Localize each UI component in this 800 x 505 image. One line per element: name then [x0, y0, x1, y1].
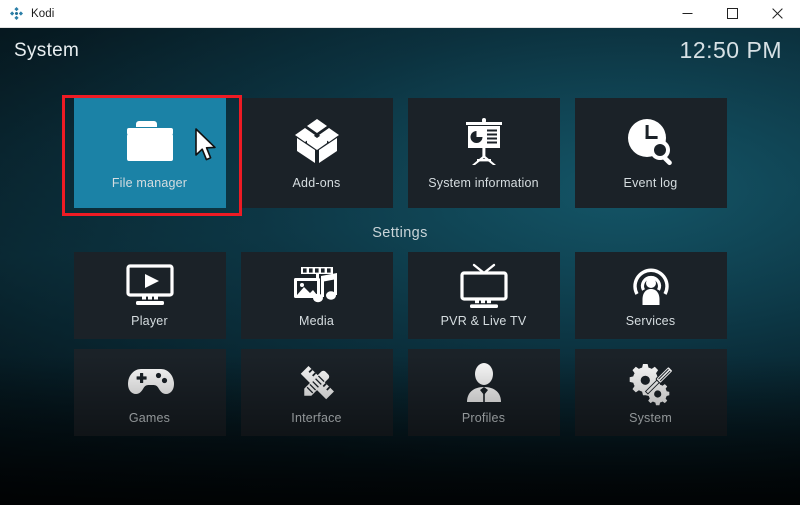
settings-row-2: Games Interface Profiles System — [0, 349, 800, 436]
clock-display: 12:50 PM — [679, 37, 782, 63]
tile-media[interactable]: Media — [240, 252, 393, 339]
tile-label: PVR & Live TV — [440, 313, 527, 328]
film-photo-music-icon — [288, 264, 346, 308]
close-button[interactable] — [755, 0, 800, 28]
tile-label: System information — [428, 176, 539, 191]
menu-grid: File manager Add-ons System information … — [0, 98, 800, 436]
tile-label: System — [629, 410, 672, 425]
open-box-icon — [289, 116, 345, 168]
window-titlebar: Kodi — [0, 0, 800, 28]
tile-file-manager[interactable]: File manager — [73, 98, 226, 208]
clock-search-icon — [624, 116, 678, 168]
window-controls — [665, 0, 800, 28]
tile-pvr-live-tv[interactable]: PVR & Live TV — [407, 252, 560, 339]
kodi-window: Kodi System 12:50 PM File manager Add-on… — [0, 0, 800, 505]
minimize-button[interactable] — [665, 0, 710, 28]
tile-interface[interactable]: Interface — [240, 349, 393, 436]
maximize-button[interactable] — [710, 0, 755, 28]
tile-label: Profiles — [461, 410, 506, 425]
broadcast-person-icon — [627, 264, 675, 308]
gears-screwdriver-icon — [625, 361, 677, 405]
tile-profiles[interactable]: Profiles — [407, 349, 560, 436]
tile-games[interactable]: Games — [73, 349, 226, 436]
top-row: File manager Add-ons System information … — [0, 98, 800, 208]
monitor-play-icon — [121, 264, 179, 308]
tile-label: Event log — [623, 176, 678, 191]
tile-player[interactable]: Player — [73, 252, 226, 339]
tile-label: Games — [128, 410, 171, 425]
settings-section-label: Settings — [372, 225, 428, 241]
presentation-chart-icon — [458, 116, 510, 168]
folder-icon — [119, 116, 181, 168]
gamepad-icon — [122, 361, 178, 405]
tile-system-information[interactable]: System information — [407, 98, 560, 208]
tile-label: Interface — [291, 410, 342, 425]
tile-event-log[interactable]: Event log — [574, 98, 727, 208]
tile-system[interactable]: System — [574, 349, 727, 436]
screen-header: System 12:50 PM — [0, 28, 800, 73]
tile-label: Player — [131, 313, 168, 328]
window-title: Kodi — [31, 7, 55, 20]
pencil-ruler-icon — [292, 361, 342, 405]
tile-label: File manager — [111, 176, 188, 191]
kodi-logo-icon — [9, 6, 24, 21]
tile-services[interactable]: Services — [574, 252, 727, 339]
tile-label: Services — [625, 313, 676, 328]
person-icon — [460, 361, 508, 405]
tile-add-ons[interactable]: Add-ons — [240, 98, 393, 208]
tv-antenna-icon — [454, 263, 514, 308]
tile-label: Media — [298, 313, 335, 328]
titlebar-left-group: Kodi — [0, 6, 54, 21]
tile-label: Add-ons — [292, 176, 341, 191]
page-title: System — [14, 39, 80, 61]
settings-row-1: Player Media PVR & Live TV Services — [0, 252, 800, 339]
kodi-system-screen: System 12:50 PM File manager Add-ons Sys… — [0, 28, 800, 505]
